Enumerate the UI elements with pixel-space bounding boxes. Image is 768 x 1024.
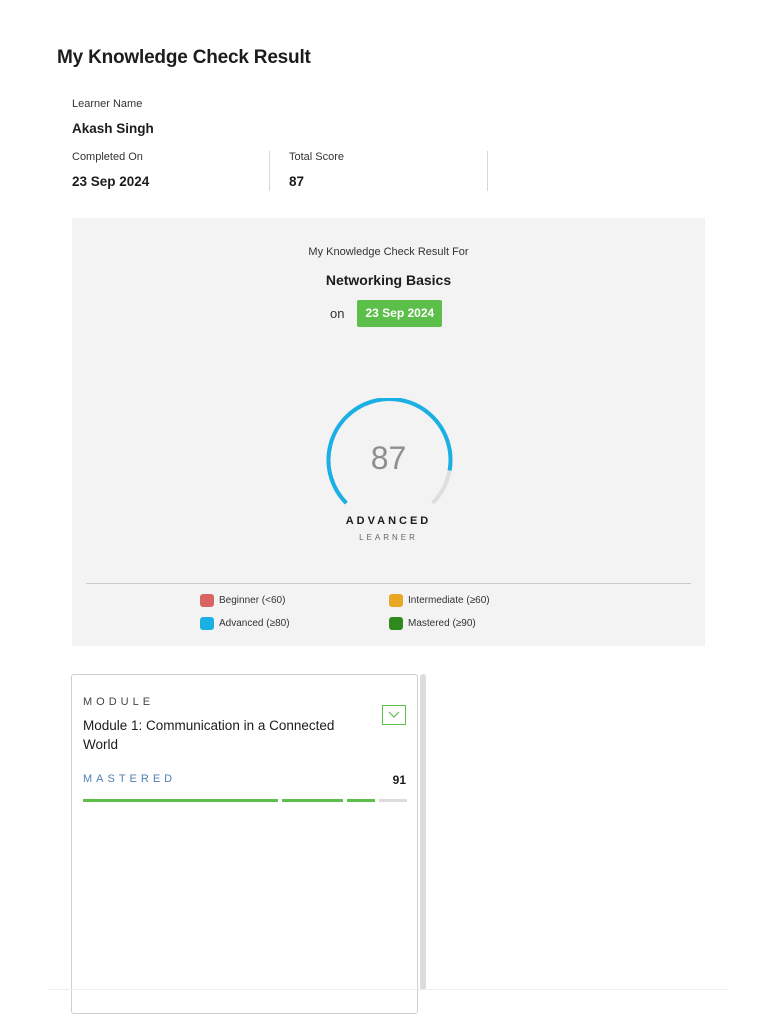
learner-name-label: Learner Name bbox=[72, 98, 143, 110]
proficiency-level-sub: LEARNER bbox=[359, 533, 418, 542]
module-score: 91 bbox=[392, 773, 406, 787]
result-date-row: on 23 Sep 2024 bbox=[330, 300, 443, 327]
page-title: My Knowledge Check Result bbox=[57, 47, 311, 68]
total-score-value: 87 bbox=[289, 174, 305, 189]
legend-label: Advanced (≥80) bbox=[219, 618, 290, 629]
legend-swatch bbox=[389, 594, 403, 607]
legend-item-mastered: Mastered (≥90) bbox=[389, 617, 476, 630]
legend-item-advanced: Advanced (≥80) bbox=[200, 617, 290, 630]
completed-on-value: 23 Sep 2024 bbox=[72, 174, 150, 189]
result-for-label: My Knowledge Check Result For bbox=[308, 246, 469, 258]
module-card: MODULE Module 1: Communication in a Conn… bbox=[71, 674, 418, 1014]
course-name: Networking Basics bbox=[325, 272, 452, 288]
module-status: MASTERED bbox=[83, 773, 177, 785]
card-scrollbar[interactable] bbox=[420, 674, 426, 990]
chevron-down-icon bbox=[388, 711, 400, 718]
on-label: on bbox=[330, 306, 345, 321]
proficiency-level: ADVANCED bbox=[345, 515, 432, 527]
module-eyebrow: MODULE bbox=[83, 696, 155, 708]
module-title: Module 1: Communication in a Connected W… bbox=[83, 718, 335, 752]
legend-swatch bbox=[389, 617, 403, 630]
page-bottom-divider bbox=[48, 989, 728, 990]
progress-segment bbox=[379, 799, 407, 802]
legend-item-intermediate: Intermediate (≥60) bbox=[389, 594, 490, 607]
legend-label: Beginner (<60) bbox=[219, 595, 286, 606]
module-expand-button[interactable] bbox=[382, 705, 406, 725]
completed-on-label: Completed On bbox=[72, 151, 143, 163]
result-panel: My Knowledge Check Result For Networking… bbox=[72, 218, 705, 646]
learner-name: Akash Singh bbox=[72, 121, 154, 136]
info-divider bbox=[269, 151, 270, 191]
gauge-score: 87 bbox=[370, 440, 407, 476]
legend-label: Mastered (≥90) bbox=[408, 618, 476, 629]
progress-segment bbox=[83, 799, 278, 802]
legend-item-beginner: Beginner (<60) bbox=[200, 594, 285, 607]
legend-swatch bbox=[200, 617, 214, 630]
result-date-badge: 23 Sep 2024 bbox=[357, 300, 443, 327]
legend-label: Intermediate (≥60) bbox=[408, 595, 490, 606]
module-progress-bar bbox=[83, 799, 407, 802]
info-divider bbox=[487, 151, 488, 191]
legend-divider bbox=[86, 583, 691, 584]
progress-segment bbox=[347, 799, 375, 802]
total-score-label: Total Score bbox=[289, 151, 345, 163]
legend-swatch bbox=[200, 594, 214, 607]
progress-segment bbox=[282, 799, 343, 802]
